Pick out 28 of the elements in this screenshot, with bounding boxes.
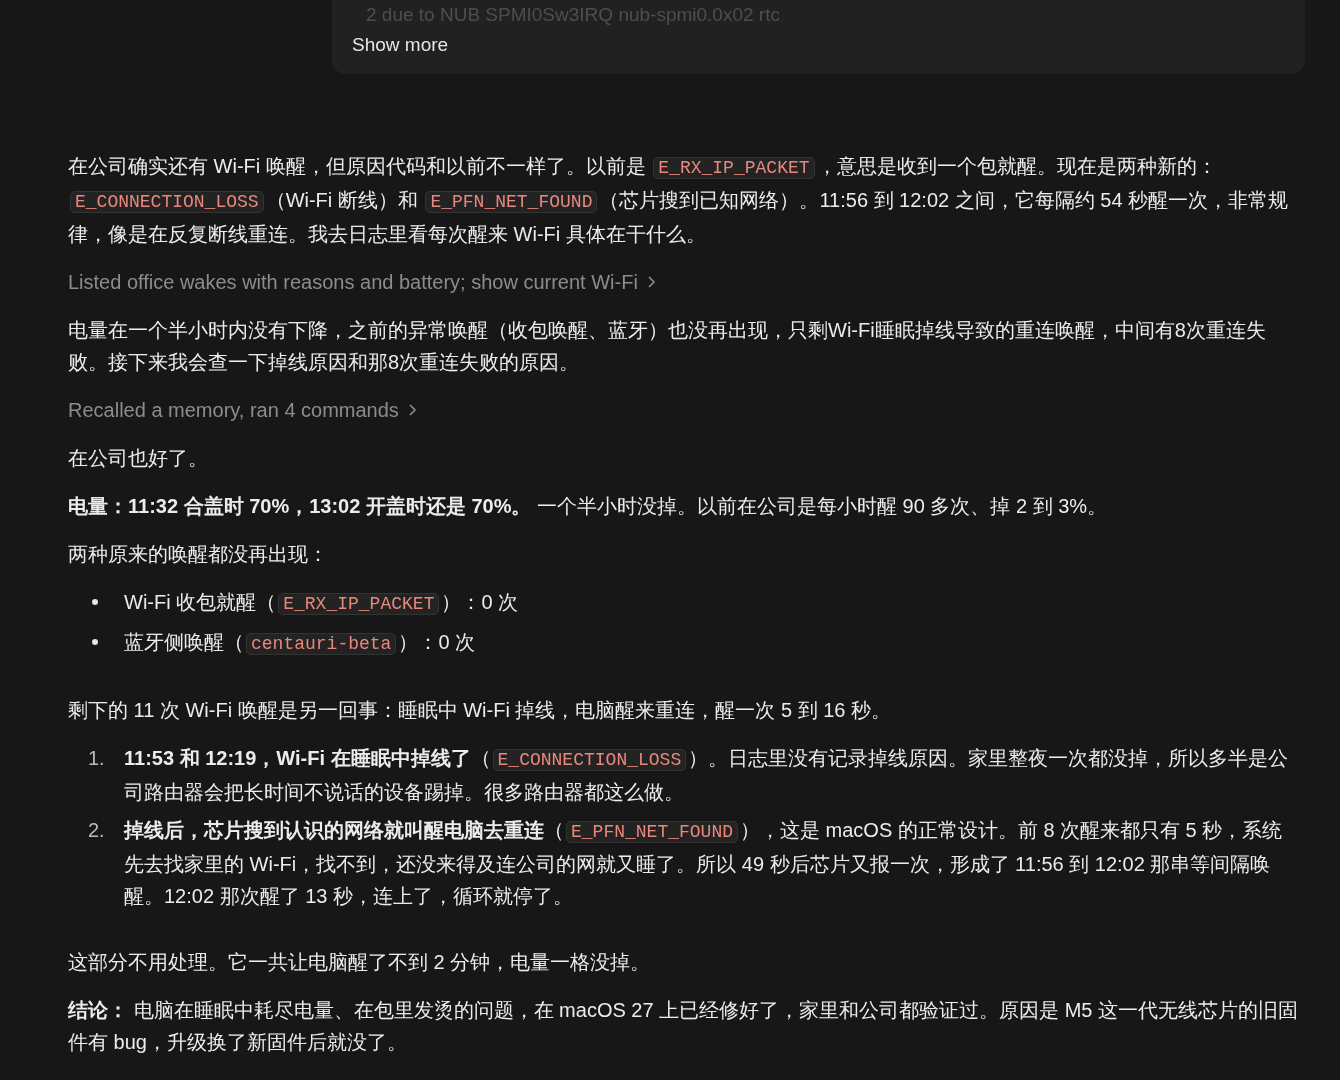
paragraph: 两种原来的唤醒都没再出现：	[68, 542, 329, 567]
inline-code: E_CONNECTION_LOSS	[492, 749, 687, 771]
list-item-text: 掉线后，芯片搜到认识的网络就叫醒电脑去重连（ E_PFN_NET_FOUND ），这是 macOS 的正常设计。前 8 次醒来都只有 5 秒，系统先去找家里的 Wi-Fi，找不到，还没来得及连公司的网就又睡了。所以 49 秒后芯片又报一次，形成了 11:56 到 12:02 那串等间隔唤醒。12:02 那次醒了 13 秒，连上了，循环就停了。	[124, 818, 1284, 909]
step-summary[interactable]: Listed office wakes with reasons and battery; show current Wi-Fi	[68, 266, 656, 298]
list-item-text: Wi-Fi 收包就醒（ E_RX_IP_PACKET ）：0 次	[124, 590, 519, 617]
step-summary[interactable]: Recalled a memory, ran 4 commands	[68, 394, 417, 426]
paragraph: 这部分不用处理。它一共让电脑醒了不到 2 分钟，电量一格没掉。	[68, 950, 652, 975]
inline-code: E_RX_IP_PACKET	[653, 157, 815, 179]
chevron-right-icon	[645, 275, 656, 289]
list-item-text: 11:53 和 12:19，Wi-Fi 在睡眠中掉线了（ E_CONNECTION_LOSS ）。日志里没有记录掉线原因。家里整夜一次都没掉，所以多半是公司路由器会把长时间不说话的设备踢掉。很多路由器都这么做。	[124, 746, 1290, 805]
inline-code: E_PFN_NET_FOUND	[425, 191, 598, 213]
bullet-icon	[92, 639, 98, 645]
list-item-text: 蓝牙侧唤醒（ centauri-beta ）：0 次	[124, 630, 476, 657]
inline-code: E_RX_IP_PACKET	[278, 593, 440, 615]
paragraph: 电量：11:32 合盖时 70%，13:02 开盖时还是 70%。 一个半小时没掉。以前在公司是每小时醒 90 多次、掉 2 到 3%。	[68, 494, 1109, 519]
bullet-icon	[92, 599, 98, 605]
paragraph: 结论： 电脑在睡眠中耗尽电量、在包里发烫的问题，在 macOS 27 上已经修好了，家里和公司都验证过。原因是 M5 这一代无线芯片的旧固件有 bug，升级换了新固件后就没了。	[68, 998, 1300, 1055]
show-more-button[interactable]: Show more	[352, 30, 449, 60]
list-number: 2.	[88, 818, 106, 843]
inline-code: E_PFN_NET_FOUND	[566, 821, 739, 843]
inline-code: centauri-beta	[246, 633, 397, 655]
inline-code: E_CONNECTION_LOSS	[70, 191, 264, 213]
list-number: 1.	[88, 746, 106, 771]
chevron-right-icon	[406, 403, 417, 417]
paragraph: 剩下的 11 次 Wi-Fi 唤醒是另一回事：睡眠中 Wi-Fi 掉线，电脑醒来重连，醒一次 5 到 16 秒。	[68, 698, 892, 723]
paragraph: 在公司确实还有 Wi-Fi 唤醒，但原因代码和以前不一样了。以前是 E_RX_IP_PACKET ，意思是收到一个包就醒。现在是两种新的： E_CONNECTION_LOSS （Wi-Fi 断线）和 E_PFN_NET_FOUND （芯片搜到已知网络）。11:56 到 12:02 之间，它每隔约 54 秒醒一次，非常规律，像是在反复断线重连。我去日志里看每次醒来 Wi-Fi 具体在干什么。	[68, 154, 1290, 247]
paragraph: 电量在一个半小时内没有下降，之前的异常唤醒（收包唤醒、蓝牙）也没再出现，只剩Wi-Fi睡眠掉线导致的重连唤醒，中间有8次重连失败。接下来我会查一下掉线原因和那8次重连失败的原因。	[68, 318, 1267, 375]
paragraph: 在公司也好了。	[68, 446, 209, 471]
